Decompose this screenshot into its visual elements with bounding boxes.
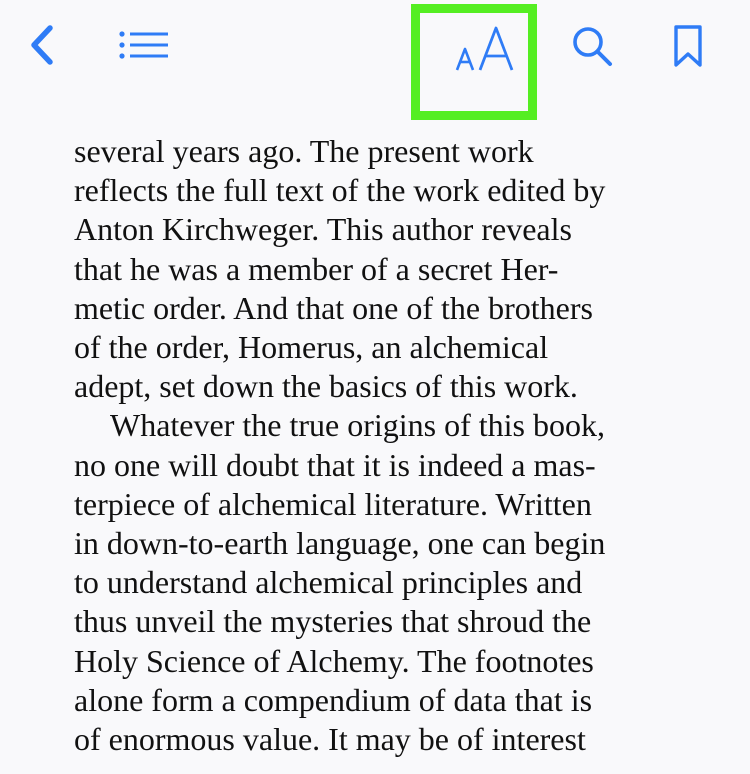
text-line: metic order. And that one of the brother…	[74, 289, 593, 326]
text-line: to understand alchemical principles and	[74, 564, 583, 601]
search-icon	[573, 27, 612, 66]
paragraph: Whatever the true origins of this book, …	[74, 406, 674, 759]
text-size-icon	[455, 26, 514, 71]
back-button[interactable]	[26, 22, 66, 68]
paragraph: several years ago. The present work refl…	[74, 132, 674, 406]
bookmark-icon	[674, 25, 702, 67]
text-line: of the order, Homerus, an alchemical	[74, 329, 549, 366]
text-line: that he was a member of a secret Her-	[74, 250, 559, 287]
text-line: Whatever the true origins of this book,	[110, 407, 605, 444]
text-line: adept, set down the basics of this work.	[74, 368, 578, 405]
text-line: alone form a compendium of data that is	[74, 681, 593, 718]
text-line: in down-to-earth language, one can begin	[74, 525, 606, 562]
text-line: Holy Science of Alchemy. The footnotes	[74, 642, 594, 679]
text-line: Anton Kirchweger. This author reveals	[74, 211, 572, 248]
font-settings-button[interactable]	[411, 4, 537, 120]
bookmark-button[interactable]	[668, 22, 708, 70]
list-icon	[119, 31, 168, 59]
reader-toolbar	[0, 0, 750, 130]
table-of-contents-button[interactable]	[116, 26, 172, 66]
text-line: no one will doubt that it is indeed a ma…	[74, 446, 596, 483]
search-button[interactable]	[568, 20, 618, 70]
text-line: several years ago. The present work	[74, 133, 534, 169]
text-line: terpiece of alchemical literature. Writt…	[74, 485, 592, 522]
text-line: reflects the full text of the work edite…	[74, 172, 606, 209]
book-page-content: several years ago. The present work refl…	[74, 132, 674, 759]
text-line: of enormous value. It may be of interest	[74, 721, 586, 758]
chevron-left-icon	[31, 25, 53, 65]
text-line: thus unveil the mysteries that shroud th…	[74, 603, 592, 640]
